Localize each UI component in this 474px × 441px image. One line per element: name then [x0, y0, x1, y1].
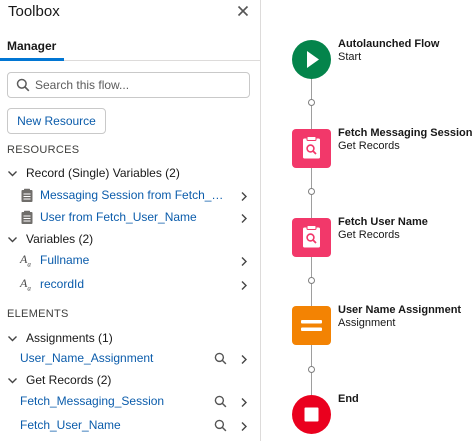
node-subtitle: Assignment [338, 317, 396, 329]
stop-icon [304, 407, 319, 422]
group-label: Record (Single) Variables (2) [26, 166, 180, 180]
chevron-right-icon[interactable] [240, 421, 248, 432]
text-variable-icon: Aa [20, 276, 31, 293]
resources-heading: RESOURCES [7, 144, 80, 156]
toolbox-title: Toolbox [8, 3, 60, 20]
get-records-icon [303, 136, 320, 159]
search-icon[interactable] [214, 395, 227, 408]
close-icon[interactable] [234, 2, 252, 20]
connector-add-point[interactable] [308, 366, 315, 373]
record-icon [21, 188, 33, 202]
element-item-label: User_Name_Assignment [20, 351, 154, 365]
resource-item-label: recordId [40, 277, 85, 291]
node-title: Autolaunched Flow [338, 38, 440, 50]
end-node[interactable] [292, 395, 331, 434]
resource-item-fullname[interactable]: Aa Fullname [0, 250, 260, 272]
group-label: Assignments (1) [26, 331, 113, 345]
search-icon[interactable] [214, 352, 227, 365]
node-title: Fetch Messaging Session [338, 127, 473, 139]
resource-item-recordid[interactable]: Aa recordId [0, 274, 260, 296]
chevron-right-icon[interactable] [240, 256, 248, 267]
group-get-records[interactable]: Get Records (2) [0, 371, 260, 391]
element-item-label: Fetch_User_Name [20, 418, 121, 432]
chevron-right-icon[interactable] [240, 191, 248, 202]
user-name-assignment-node[interactable] [292, 306, 331, 345]
elements-heading: ELEMENTS [7, 308, 69, 320]
chevron-right-icon[interactable] [240, 354, 248, 365]
new-resource-button[interactable]: New Resource [7, 108, 106, 134]
chevron-down-icon [8, 336, 17, 342]
text-variable-icon: Aa [20, 252, 31, 269]
chevron-right-icon[interactable] [240, 213, 248, 224]
node-title: Fetch User Name [338, 216, 428, 228]
group-assignments[interactable]: Assignments (1) [0, 329, 260, 349]
search-input[interactable] [35, 75, 245, 95]
get-records-icon [303, 225, 320, 248]
record-icon [21, 210, 33, 224]
resource-item-messaging-session[interactable]: Messaging Session from Fetch_Messaging_S… [0, 185, 260, 207]
fetch-messaging-session-label: Fetch Messaging Session Get Records [338, 127, 472, 152]
element-item-user-name-assignment[interactable]: User_Name_Assignment [0, 348, 260, 370]
toolbox-header: Toolbox [0, 0, 260, 26]
group-record-single-variables[interactable]: Record (Single) Variables (2) [0, 164, 260, 184]
start-node-label: Autolaunched Flow Start [338, 38, 439, 63]
element-item-fetch-user-name[interactable]: Fetch_User_Name [0, 415, 260, 437]
resource-item-user[interactable]: User from Fetch_User_Name [0, 207, 260, 229]
fetch-user-name-label: Fetch User Name Get Records [338, 216, 428, 241]
resource-item-label: Fullname [40, 253, 90, 267]
group-label: Variables (2) [26, 232, 94, 246]
toolbox-tabs: Manager [0, 26, 260, 61]
group-variables[interactable]: Variables (2) [0, 230, 260, 250]
user-name-assignment-label: User Name Assignment Assignment [338, 304, 461, 329]
node-subtitle: Get Records [338, 140, 400, 152]
connector-add-point[interactable] [308, 188, 315, 195]
resource-item-label: Messaging Session from Fetch_Messaging_S… [40, 188, 228, 202]
fetch-user-name-node[interactable] [292, 218, 331, 257]
toolbox-panel: Toolbox Manager New Resource RESOURCES R… [0, 0, 261, 441]
search-icon[interactable] [214, 419, 227, 432]
fetch-messaging-session-node[interactable] [292, 129, 331, 168]
connector-add-point[interactable] [308, 277, 315, 284]
end-node-label: End [338, 393, 359, 405]
connector-add-point[interactable] [308, 99, 315, 106]
chevron-down-icon [8, 237, 17, 243]
chevron-right-icon[interactable] [240, 397, 248, 408]
search-icon [16, 78, 30, 92]
search-box[interactable] [7, 72, 250, 98]
node-subtitle: Get Records [338, 229, 400, 241]
group-label: Get Records (2) [26, 373, 112, 387]
resource-item-label: User from Fetch_User_Name [40, 210, 197, 224]
chevron-down-icon [8, 171, 17, 177]
chevron-down-icon [8, 378, 17, 384]
element-item-fetch-messaging-session[interactable]: Fetch_Messaging_Session [0, 391, 260, 413]
start-node[interactable] [292, 40, 331, 79]
node-subtitle: Start [338, 51, 362, 63]
node-title: End [338, 393, 359, 405]
element-item-label: Fetch_Messaging_Session [20, 394, 165, 408]
tab-manager[interactable]: Manager [0, 26, 64, 61]
chevron-right-icon[interactable] [240, 280, 248, 291]
node-title: User Name Assignment [338, 304, 462, 316]
